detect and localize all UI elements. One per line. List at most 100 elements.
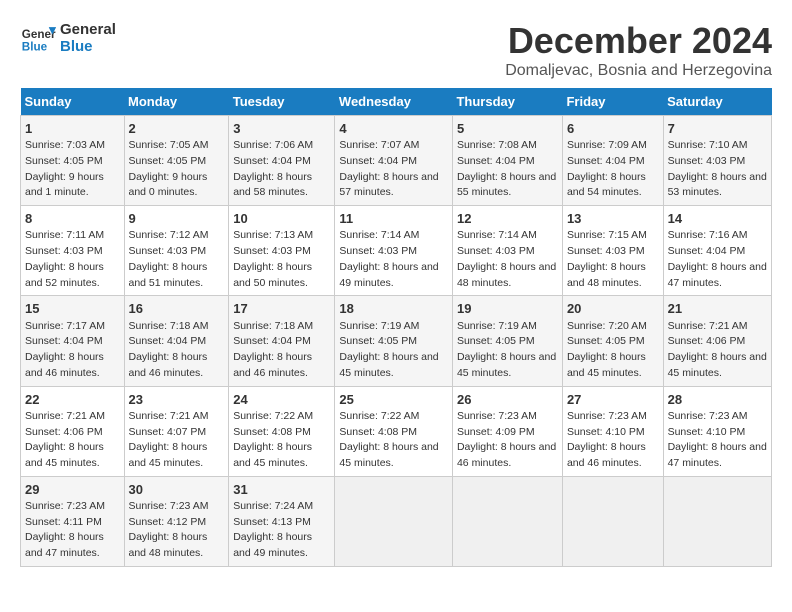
day-number: 21 — [668, 300, 767, 318]
day-info: Sunrise: 7:22 AMSunset: 4:08 PMDaylight:… — [233, 410, 313, 469]
page-title: December 2024 — [505, 20, 772, 62]
day-number: 11 — [339, 210, 448, 228]
calendar-cell: 24Sunrise: 7:22 AMSunset: 4:08 PMDayligh… — [229, 386, 335, 476]
day-number: 26 — [457, 391, 558, 409]
calendar-cell: 2Sunrise: 7:05 AMSunset: 4:05 PMDaylight… — [124, 116, 229, 206]
day-number: 29 — [25, 481, 120, 499]
calendar-cell: 14Sunrise: 7:16 AMSunset: 4:04 PMDayligh… — [663, 206, 771, 296]
calendar-cell: 15 Sunrise: 7:17 AMSunset: 4:04 PMDayligh… — [21, 296, 125, 386]
day-number: 1 — [25, 120, 120, 138]
day-info: Sunrise: 7:16 AMSunset: 4:04 PMDaylight:… — [668, 229, 767, 288]
calendar-cell: 3Sunrise: 7:06 AMSunset: 4:04 PMDaylight… — [229, 116, 335, 206]
calendar-cell — [663, 476, 771, 566]
day-info: Sunrise: 7:21 AMSunset: 4:06 PMDaylight:… — [25, 410, 105, 469]
calendar-week-2: 8Sunrise: 7:11 AMSunset: 4:03 PMDaylight… — [21, 206, 772, 296]
day-info: Sunrise: 7:18 AMSunset: 4:04 PMDaylight:… — [129, 320, 209, 379]
calendar-cell: 17 Sunrise: 7:18 AMSunset: 4:04 PMDayligh… — [229, 296, 335, 386]
day-number: 19 — [457, 300, 558, 318]
day-info: Sunrise: 7:17 AMSunset: 4:04 PMDaylight:… — [25, 320, 105, 379]
calendar-cell: 1Sunrise: 7:03 AMSunset: 4:05 PMDaylight… — [21, 116, 125, 206]
calendar-cell: 29Sunrise: 7:23 AMSunset: 4:11 PMDayligh… — [21, 476, 125, 566]
day-info: Sunrise: 7:23 AMSunset: 4:09 PMDaylight:… — [457, 410, 556, 469]
day-number: 28 — [668, 391, 767, 409]
calendar-week-3: 15 Sunrise: 7:17 AMSunset: 4:04 PMDayligh… — [21, 296, 772, 386]
day-number: 27 — [567, 391, 659, 409]
calendar-cell: 12Sunrise: 7:14 AMSunset: 4:03 PMDayligh… — [452, 206, 562, 296]
logo-line1: General — [60, 21, 116, 38]
calendar-cell: 9Sunrise: 7:12 AMSunset: 4:03 PMDaylight… — [124, 206, 229, 296]
day-number: 25 — [339, 391, 448, 409]
day-info: Sunrise: 7:21 AMSunset: 4:06 PMDaylight:… — [668, 320, 767, 379]
day-number: 24 — [233, 391, 330, 409]
day-number: 10 — [233, 210, 330, 228]
day-info: Sunrise: 7:14 AMSunset: 4:03 PMDaylight:… — [457, 229, 556, 288]
page-subtitle: Domaljevac, Bosnia and Herzegovina — [505, 62, 772, 80]
calendar-cell: 5Sunrise: 7:08 AMSunset: 4:04 PMDaylight… — [452, 116, 562, 206]
day-info: Sunrise: 7:13 AMSunset: 4:03 PMDaylight:… — [233, 229, 313, 288]
day-info: Sunrise: 7:19 AMSunset: 4:05 PMDaylight:… — [457, 320, 556, 379]
calendar-cell: 6Sunrise: 7:09 AMSunset: 4:04 PMDaylight… — [562, 116, 663, 206]
calendar-week-4: 22Sunrise: 7:21 AMSunset: 4:06 PMDayligh… — [21, 386, 772, 476]
logo-line2: Blue — [60, 38, 116, 55]
calendar-cell: 8Sunrise: 7:11 AMSunset: 4:03 PMDaylight… — [21, 206, 125, 296]
day-number: 8 — [25, 210, 120, 228]
day-number: 4 — [339, 120, 448, 138]
calendar-cell: 28Sunrise: 7:23 AMSunset: 4:10 PMDayligh… — [663, 386, 771, 476]
calendar-week-5: 29Sunrise: 7:23 AMSunset: 4:11 PMDayligh… — [21, 476, 772, 566]
day-number: 14 — [668, 210, 767, 228]
svg-text:Blue: Blue — [22, 41, 48, 54]
day-info: Sunrise: 7:15 AMSunset: 4:03 PMDaylight:… — [567, 229, 647, 288]
logo-icon: General Blue — [20, 20, 56, 56]
day-info: Sunrise: 7:08 AMSunset: 4:04 PMDaylight:… — [457, 139, 556, 198]
day-number: 7 — [668, 120, 767, 138]
calendar-cell: 7Sunrise: 7:10 AMSunset: 4:03 PMDaylight… — [663, 116, 771, 206]
day-info: Sunrise: 7:19 AMSunset: 4:05 PMDaylight:… — [339, 320, 438, 379]
day-number: 30 — [129, 481, 225, 499]
day-info: Sunrise: 7:18 AMSunset: 4:04 PMDaylight:… — [233, 320, 313, 379]
title-section: December 2024 Domaljevac, Bosnia and Her… — [505, 20, 772, 80]
day-number: 15 — [25, 300, 120, 318]
calendar-cell — [452, 476, 562, 566]
calendar-cell: 16Sunrise: 7:18 AMSunset: 4:04 PMDayligh… — [124, 296, 229, 386]
day-info: Sunrise: 7:23 AMSunset: 4:10 PMDaylight:… — [567, 410, 647, 469]
day-number: 31 — [233, 481, 330, 499]
header-monday: Monday — [124, 88, 229, 116]
calendar-cell: 21 Sunrise: 7:21 AMSunset: 4:06 PMDayligh… — [663, 296, 771, 386]
day-info: Sunrise: 7:20 AMSunset: 4:05 PMDaylight:… — [567, 320, 647, 379]
day-number: 17 — [233, 300, 330, 318]
day-number: 20 — [567, 300, 659, 318]
calendar-cell: 13Sunrise: 7:15 AMSunset: 4:03 PMDayligh… — [562, 206, 663, 296]
calendar-cell: 10Sunrise: 7:13 AMSunset: 4:03 PMDayligh… — [229, 206, 335, 296]
day-info: Sunrise: 7:23 AMSunset: 4:10 PMDaylight:… — [668, 410, 767, 469]
calendar-cell: 30Sunrise: 7:23 AMSunset: 4:12 PMDayligh… — [124, 476, 229, 566]
day-number: 9 — [129, 210, 225, 228]
day-info: Sunrise: 7:09 AMSunset: 4:04 PMDaylight:… — [567, 139, 647, 198]
day-number: 13 — [567, 210, 659, 228]
calendar-cell: 26Sunrise: 7:23 AMSunset: 4:09 PMDayligh… — [452, 386, 562, 476]
day-info: Sunrise: 7:11 AMSunset: 4:03 PMDaylight:… — [25, 229, 104, 288]
day-number: 23 — [129, 391, 225, 409]
logo: General Blue General Blue — [20, 20, 116, 56]
calendar-cell: 4Sunrise: 7:07 AMSunset: 4:04 PMDaylight… — [335, 116, 453, 206]
day-info: Sunrise: 7:14 AMSunset: 4:03 PMDaylight:… — [339, 229, 438, 288]
day-number: 18 — [339, 300, 448, 318]
calendar-cell: 22Sunrise: 7:21 AMSunset: 4:06 PMDayligh… — [21, 386, 125, 476]
day-info: Sunrise: 7:12 AMSunset: 4:03 PMDaylight:… — [129, 229, 209, 288]
header-tuesday: Tuesday — [229, 88, 335, 116]
calendar-cell: 18 Sunrise: 7:19 AMSunset: 4:05 PMDayligh… — [335, 296, 453, 386]
day-number: 2 — [129, 120, 225, 138]
calendar-week-1: 1Sunrise: 7:03 AMSunset: 4:05 PMDaylight… — [21, 116, 772, 206]
calendar-cell: 25Sunrise: 7:22 AMSunset: 4:08 PMDayligh… — [335, 386, 453, 476]
day-info: Sunrise: 7:05 AMSunset: 4:05 PMDaylight:… — [129, 139, 209, 198]
header-saturday: Saturday — [663, 88, 771, 116]
calendar-cell: 11Sunrise: 7:14 AMSunset: 4:03 PMDayligh… — [335, 206, 453, 296]
header-friday: Friday — [562, 88, 663, 116]
day-number: 5 — [457, 120, 558, 138]
day-info: Sunrise: 7:23 AMSunset: 4:11 PMDaylight:… — [25, 500, 105, 559]
calendar-cell: 20 Sunrise: 7:20 AMSunset: 4:05 PMDayligh… — [562, 296, 663, 386]
calendar-cell: 19 Sunrise: 7:19 AMSunset: 4:05 PMDayligh… — [452, 296, 562, 386]
calendar-cell — [335, 476, 453, 566]
day-info: Sunrise: 7:22 AMSunset: 4:08 PMDaylight:… — [339, 410, 438, 469]
day-info: Sunrise: 7:10 AMSunset: 4:03 PMDaylight:… — [668, 139, 767, 198]
calendar-cell: 31Sunrise: 7:24 AMSunset: 4:13 PMDayligh… — [229, 476, 335, 566]
